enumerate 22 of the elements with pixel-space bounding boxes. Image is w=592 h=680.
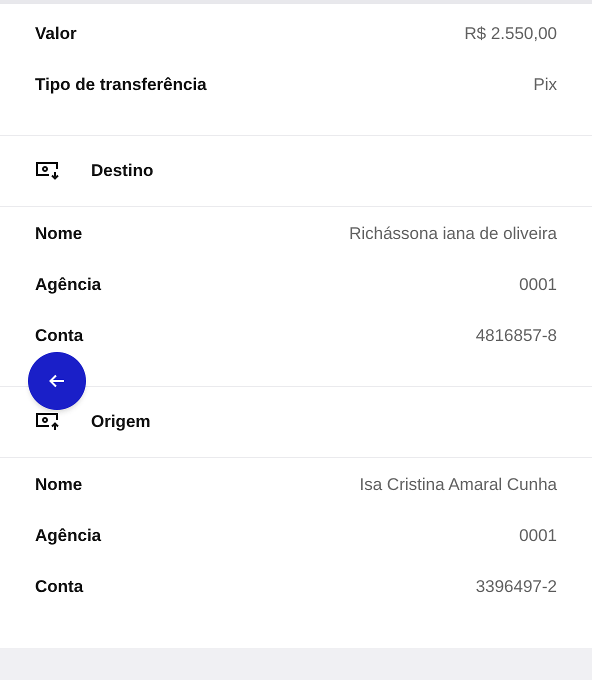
field-label: Agência (35, 274, 102, 296)
section-title: Origem (91, 411, 151, 434)
field-label: Nome (35, 222, 82, 245)
field-label: Conta (35, 576, 84, 598)
field-label: Agência (35, 524, 102, 547)
field-label: Valor (35, 22, 77, 45)
section-title: Destino (91, 160, 154, 182)
field-value: Richássona iana de oliveira (349, 222, 557, 245)
field-label: Tipo de transferência (35, 74, 207, 96)
field-value: Pix (533, 74, 557, 96)
field-label: Nome (35, 474, 82, 496)
account-download-icon (35, 161, 61, 181)
field-label: Conta (35, 324, 84, 347)
back-button[interactable] (28, 352, 86, 410)
field-value: 0001 (519, 524, 557, 547)
field-value: Isa Cristina Amaral Cunha (360, 474, 557, 496)
back-arrow-icon (48, 372, 66, 390)
field-value: 3396497-2 (476, 576, 557, 598)
field-value: 0001 (519, 274, 557, 296)
field-value: 4816857-8 (476, 324, 557, 347)
account-upload-icon (35, 412, 61, 432)
field-value: R$ 2.550,00 (464, 22, 557, 45)
